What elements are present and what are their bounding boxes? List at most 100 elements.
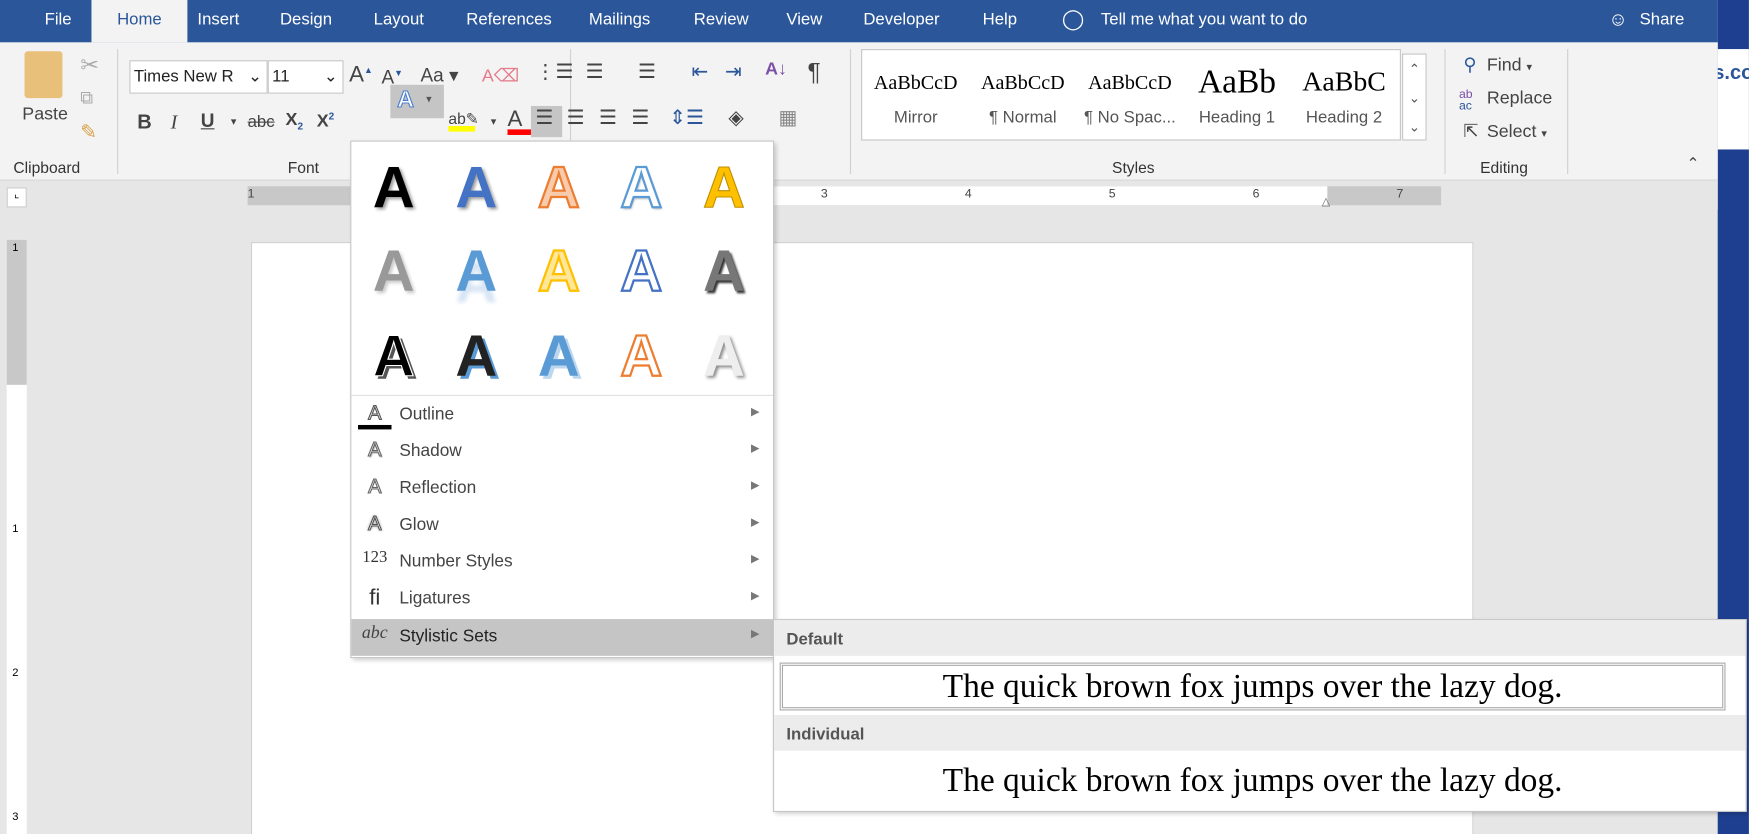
style-name: Mirror — [893, 108, 938, 128]
menu-item-stylistic-sets[interactable]: abc Stylistic Sets ▶ — [351, 619, 773, 656]
menu-item-reflection[interactable]: A Reflection ▶ — [351, 471, 773, 508]
text-effect-option[interactable]: A — [443, 239, 510, 306]
chevron-down-icon[interactable]: ⌄ — [1403, 84, 1425, 113]
strikethrough-button[interactable]: abc — [248, 113, 275, 132]
copy-icon[interactable]: ⧉ — [80, 89, 93, 109]
menu-item-ligatures[interactable]: fi Ligatures ▶ — [351, 581, 773, 618]
person-add-icon: ☺ — [1608, 8, 1628, 31]
menu-item-glow[interactable]: A Glow ▶ — [351, 508, 773, 545]
text-effect-option[interactable]: A — [525, 155, 592, 222]
highlight-color-button[interactable]: ab✎ — [448, 109, 479, 132]
cut-icon[interactable]: ✂ — [80, 51, 99, 79]
align-center-button[interactable]: ☰ — [567, 106, 585, 129]
paste-icon — [24, 51, 63, 99]
text-effect-option[interactable]: A — [360, 323, 427, 390]
text-effect-option[interactable]: A — [608, 323, 675, 390]
multilevel-list-button[interactable]: ☰ — [638, 60, 656, 83]
increase-indent-button[interactable]: ⇥ — [725, 60, 742, 83]
style-heading-1[interactable]: AaBb Heading 1 — [1183, 50, 1290, 128]
justify-button[interactable]: ☰ — [631, 106, 649, 129]
tab-file[interactable]: File — [29, 0, 87, 42]
share-button[interactable]: Share — [1640, 10, 1685, 29]
borders-button[interactable]: ▦ — [779, 106, 798, 129]
style-preview: AaBbCcD — [980, 71, 1065, 94]
tab-mailings[interactable]: Mailings — [573, 0, 666, 42]
lightbulb-icon: ◯ — [1061, 7, 1085, 31]
tab-view[interactable]: View — [771, 0, 838, 42]
font-name-value: Times New R — [133, 66, 234, 86]
tab-selector[interactable]: ⌞ — [6, 187, 27, 208]
text-effect-option[interactable]: A — [525, 323, 592, 390]
text-effect-option[interactable]: A — [690, 155, 757, 222]
menu-item-outline[interactable]: A Outline ▶ — [351, 397, 773, 434]
horizontal-ruler[interactable]: ⌞ 1 3 4 5 6 7 △ — [0, 180, 1718, 210]
text-effect-option[interactable]: A — [360, 239, 427, 306]
text-effect-option[interactable]: A — [608, 155, 675, 222]
text-effects-button[interactable]: A ▾ — [390, 84, 444, 119]
tab-insert[interactable]: Insert — [182, 0, 255, 42]
line-spacing-button[interactable]: ⇕☰ — [669, 106, 704, 129]
styles-scroll[interactable]: ⌃ ⌄ ⌄ — [1402, 53, 1427, 142]
select-button[interactable]: Select ▾ — [1487, 123, 1547, 143]
tab-design[interactable]: Design — [264, 0, 347, 42]
more-styles-icon[interactable]: ⌄ — [1403, 113, 1425, 142]
subscript-button[interactable]: X2 — [286, 110, 303, 131]
text-effect-option[interactable]: A — [608, 239, 675, 306]
menu-item-number-styles[interactable]: 123 Number Styles ▶ — [351, 544, 773, 581]
align-right-button[interactable]: ☰ — [599, 106, 617, 129]
chevron-up-icon[interactable]: ⌃ — [1403, 55, 1425, 84]
font-name-combo[interactable]: Times New R ⌄ — [129, 60, 268, 94]
bullets-button[interactable]: ⋮☰ — [535, 60, 573, 83]
text-effect-option[interactable]: A — [360, 155, 427, 222]
vertical-ruler[interactable]: 1 1 2 3 — [6, 239, 27, 834]
grow-font-button[interactable]: A▲ — [349, 62, 373, 88]
style-mirror[interactable]: AaBbCcD Mirror — [862, 50, 969, 127]
ruler-number: 2 — [12, 667, 19, 680]
style-preview: AaBbC — [1302, 66, 1386, 98]
change-case-label: Aa — [420, 64, 444, 86]
tab-review[interactable]: Review — [678, 0, 764, 42]
italic-button[interactable]: I — [171, 110, 178, 133]
tell-me-search[interactable]: Tell me what you want to do — [1101, 10, 1307, 29]
text-effect-option[interactable]: A — [525, 239, 592, 306]
group-label-editing: Editing — [1480, 158, 1528, 177]
sort-button[interactable]: A↓ — [765, 60, 787, 80]
text-effect-option[interactable]: A — [443, 323, 510, 390]
style-no-spacing[interactable]: AaBbCcD ¶ No Spac... — [1076, 50, 1183, 127]
chevron-down-icon[interactable]: ▾ — [231, 116, 237, 128]
shading-button[interactable]: ◈ — [728, 106, 743, 129]
clear-formatting-icon[interactable]: A⌫ — [482, 65, 519, 87]
tab-home[interactable]: Home — [91, 0, 188, 43]
replace-button[interactable]: Replace — [1487, 89, 1552, 109]
chevron-down-icon[interactable]: ▾ — [491, 116, 497, 128]
style-normal[interactable]: AaBbCcD ¶ Normal — [969, 50, 1076, 127]
text-effect-option[interactable]: A — [690, 323, 757, 390]
bold-button[interactable]: B — [137, 110, 152, 133]
style-preview: AaBb — [1197, 63, 1277, 101]
format-painter-icon[interactable]: ✎ — [80, 120, 97, 143]
decrease-indent-button[interactable]: ⇤ — [692, 60, 709, 83]
tab-layout[interactable]: Layout — [358, 0, 439, 42]
tab-references[interactable]: References — [451, 0, 568, 42]
show-formatting-button[interactable]: ¶ — [808, 58, 821, 87]
chevron-down-icon[interactable]: ⌄ — [248, 61, 262, 92]
tab-help[interactable]: Help — [967, 0, 1033, 42]
menu-item-shadow[interactable]: A Shadow ▶ — [351, 434, 773, 471]
numbering-button[interactable]: ☰ — [586, 60, 604, 83]
tab-developer[interactable]: Developer — [848, 0, 955, 42]
text-effect-option[interactable]: A — [690, 239, 757, 306]
text-effect-option[interactable]: A — [443, 155, 510, 222]
change-case-button[interactable]: Aa ▾ — [421, 65, 459, 87]
underline-button[interactable]: U — [201, 110, 215, 132]
stylistic-set-individual-option[interactable]: The quick brown fox jumps over the lazy … — [780, 758, 1726, 803]
font-size-combo[interactable]: 11 ⌄ — [267, 60, 344, 94]
style-heading-2[interactable]: AaBbC Heading 2 — [1291, 50, 1398, 127]
right-indent-marker[interactable]: △ — [1322, 196, 1331, 208]
submenu-arrow-icon: ▶ — [750, 627, 760, 641]
stylistic-set-default-option[interactable]: The quick brown fox jumps over the lazy … — [779, 662, 1726, 711]
chevron-down-icon[interactable]: ⌄ — [324, 61, 338, 92]
paste-button[interactable]: Paste — [22, 105, 68, 125]
collapse-ribbon-icon[interactable]: ⌃ — [1686, 154, 1699, 173]
find-button[interactable]: Find ▾ — [1487, 56, 1532, 76]
superscript-button[interactable]: X2 — [317, 110, 334, 132]
